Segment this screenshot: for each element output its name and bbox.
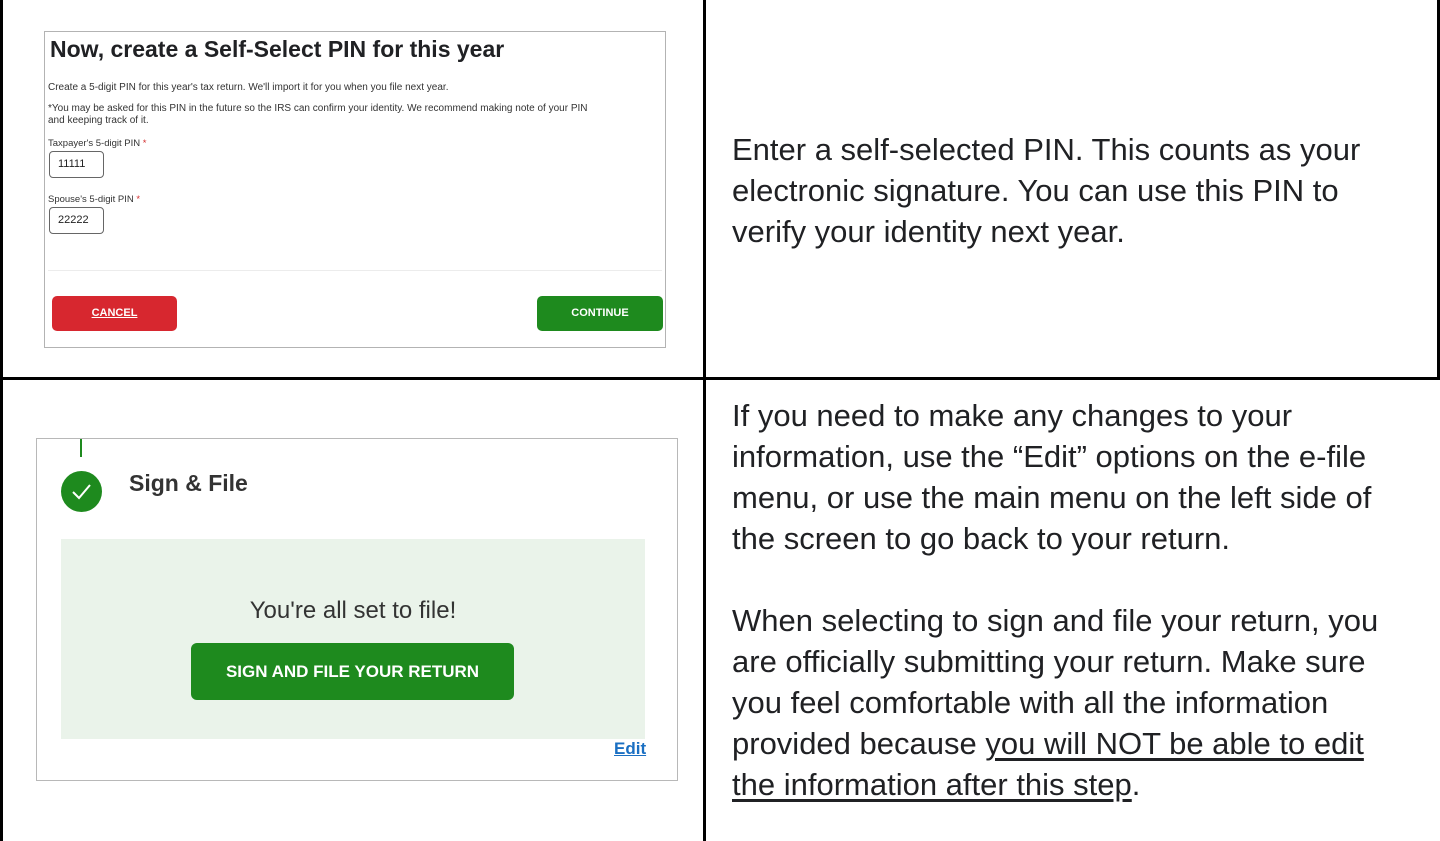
text-line: are officially submitting your return. M…: [732, 644, 1366, 679]
table-left-border: [0, 0, 3, 841]
table-column-divider: [703, 0, 706, 841]
table-row-divider: [0, 377, 1440, 380]
spouse-pin-input[interactable]: 22222: [49, 207, 104, 234]
pin-description-line: Create a 5-digit PIN for this year's tax…: [48, 82, 449, 93]
text-line: electronic signature. You can use this P…: [732, 173, 1339, 208]
taxpayer-pin-label: Taxpayer's 5-digit PIN *: [48, 138, 146, 149]
self-select-pin-screenshot: Now, create a Self-Select PIN for this y…: [44, 31, 666, 348]
text-line: the screen to go back to your return.: [732, 521, 1230, 556]
sign-and-file-screenshot: Sign & File You're all set to file! SIGN…: [36, 438, 678, 781]
required-mark: *: [136, 194, 141, 205]
edit-link[interactable]: Edit: [614, 739, 646, 759]
paragraph-spacer: [732, 559, 1422, 600]
text-line: provided because you will NOT be able to…: [732, 723, 1422, 764]
underlined-warning: the information after this step: [732, 767, 1132, 802]
cancel-button[interactable]: CANCEL: [52, 296, 177, 331]
sign-and-file-button[interactable]: SIGN AND FILE YOUR RETURN: [191, 643, 514, 700]
document-page: Now, create a Self-Select PIN for this y…: [0, 0, 1440, 841]
text-line: If you need to make any changes to your: [732, 398, 1293, 433]
pin-description-line: and keeping track of it.: [48, 115, 149, 126]
form-divider: [48, 270, 662, 271]
progress-line: [80, 439, 82, 457]
text-line: When selecting to sign and file your ret…: [732, 603, 1379, 638]
text-line: verify your identity next year.: [732, 214, 1125, 249]
taxpayer-pin-input[interactable]: 11111: [49, 151, 104, 178]
spouse-pin-label-text: Spouse's 5-digit PIN: [48, 194, 134, 205]
text-line: the information after this step.: [732, 764, 1422, 805]
text-fragment: provided because: [732, 726, 986, 761]
text-line: you feel comfortable with all the inform…: [732, 685, 1329, 720]
text-line: menu, or use the main menu on the left s…: [732, 480, 1372, 515]
spouse-pin-label: Spouse's 5-digit PIN *: [48, 194, 140, 205]
checkmark-icon: [61, 471, 102, 512]
pin-description-line: *You may be asked for this PIN in the fu…: [48, 103, 588, 114]
sign-file-instructions-text: If you need to make any changes to your …: [732, 395, 1422, 805]
underlined-warning: you will NOT be able to edit: [985, 726, 1364, 761]
required-mark: *: [142, 138, 147, 149]
text-line: information, use the “Edit” options on t…: [732, 439, 1367, 474]
continue-button[interactable]: CONTINUE: [537, 296, 663, 331]
pin-instructions-text: Enter a self-selected PIN. This counts a…: [732, 129, 1422, 252]
taxpayer-pin-label-text: Taxpayer's 5-digit PIN: [48, 138, 141, 149]
pin-page-title: Now, create a Self-Select PIN for this y…: [50, 36, 505, 62]
text-fragment: .: [1131, 767, 1141, 802]
ready-to-file-panel: You're all set to file! SIGN AND FILE YO…: [61, 539, 645, 739]
ready-message: You're all set to file!: [249, 597, 457, 624]
section-title: Sign & File: [129, 470, 248, 496]
text-line: Enter a self-selected PIN. This counts a…: [732, 132, 1361, 167]
